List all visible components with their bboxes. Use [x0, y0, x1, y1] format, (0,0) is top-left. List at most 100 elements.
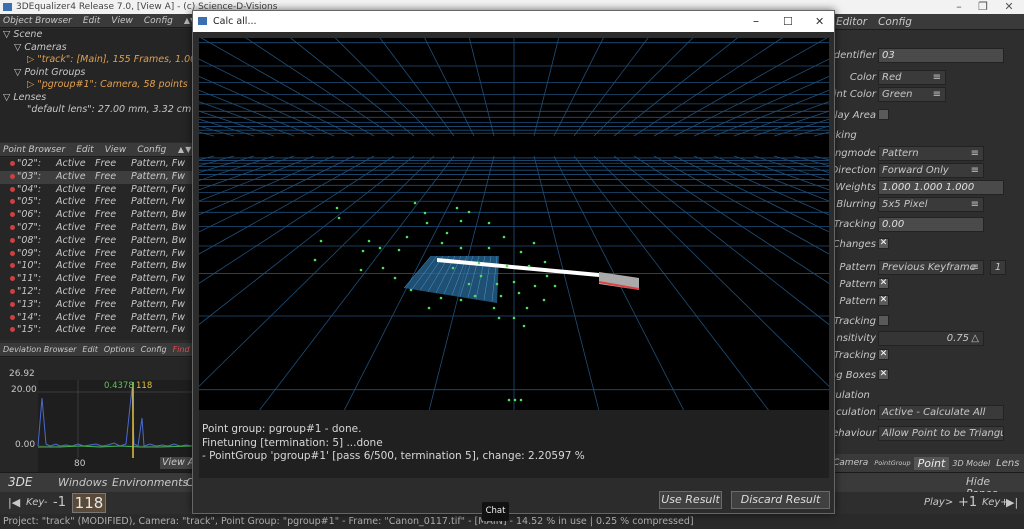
point-type: Pattern, Fw [131, 196, 186, 208]
object-browser-menu-view[interactable]: View [111, 16, 133, 26]
object-browser-menu-config[interactable]: Config [144, 16, 173, 26]
tab-point[interactable]: Point [913, 456, 950, 470]
changes-checkbox[interactable]: ✕ [878, 238, 889, 249]
play-button[interactable]: Play> [924, 497, 953, 508]
deviation-marker-frame: 118 [136, 381, 153, 391]
tracking3-checkbox[interactable]: ✕ [878, 349, 889, 360]
attribute-editor-title: Editor [836, 15, 868, 28]
tree-item-point-groups[interactable]: ▽ Point Groups [0, 67, 192, 80]
tab-lens[interactable]: Lens [993, 458, 1022, 469]
expand-down-icon[interactable]: ▼ [185, 145, 192, 154]
calculation-select[interactable]: Active - Calculate All [878, 405, 1004, 420]
pattern-number-field[interactable]: 1 [990, 260, 1006, 275]
3d-point-marker [499, 294, 503, 298]
close-icon[interactable]: ✕ [996, 0, 1022, 14]
point-name: "04": [17, 183, 42, 195]
dialog-maximize-icon[interactable]: ☐ [783, 11, 793, 32]
tree-item-default-lens[interactable]: "default lens": 27.00 mm, 3.32 cm x 1 [0, 104, 192, 117]
identifier-field[interactable]: 03 [878, 48, 1004, 63]
point-row[interactable]: "08": Active Free Pattern, Bw [0, 235, 192, 248]
tree-item-scene[interactable]: ▽ Scene [0, 29, 192, 42]
tree-arrow-icon[interactable]: ▷ [27, 79, 37, 90]
point-row[interactable]: "04": Active Free Pattern, Fw [0, 184, 192, 197]
deviation-menu-options[interactable]: Options [104, 345, 135, 354]
3d-point-marker [425, 221, 429, 225]
deviation-menu-find[interactable]: Find [173, 345, 190, 354]
point-row[interactable]: "10": Active Free Pattern, Bw [0, 260, 192, 273]
minimize-icon[interactable]: – [946, 0, 972, 14]
point-row[interactable]: "12": Active Free Pattern, Fw [0, 286, 192, 299]
tab-3de[interactable]: 3DE [8, 475, 32, 489]
tab-environments[interactable]: Environments [112, 476, 188, 489]
tree-toggle-icon[interactable]: ▽ [14, 67, 24, 78]
sensitivity-slider[interactable]: 0.75 △ [878, 331, 984, 346]
pattern3-checkbox[interactable]: ✕ [878, 295, 889, 306]
tab-pointgroup[interactable]: PointGroup [871, 459, 913, 467]
point-row[interactable]: "15": Active Free Pattern, Fw [0, 324, 192, 337]
restore-icon[interactable]: ❐ [970, 0, 996, 14]
3d-point-marker [381, 266, 385, 270]
last-frame-icon[interactable]: ▶| [1006, 496, 1018, 509]
pattern2-checkbox[interactable]: ✕ [878, 278, 889, 289]
3d-point-marker [497, 316, 501, 320]
tracking-value-field[interactable]: 0.00 [878, 217, 984, 232]
color-select[interactable]: Red ≡ [878, 70, 946, 85]
tree-toggle-icon[interactable]: ▽ [3, 29, 13, 40]
point-row[interactable]: "02": Active Free Pattern, Fw [0, 158, 192, 171]
dialog-close-icon[interactable]: ✕ [815, 11, 824, 32]
use-result-button[interactable]: Use Result [659, 491, 722, 509]
point-row[interactable]: "03": Active Free Pattern, Fw [0, 170, 192, 184]
boxes-checkbox[interactable]: ✕ [878, 369, 889, 380]
point-color-select[interactable]: Green ≡ [878, 87, 946, 102]
3d-point-marker [423, 211, 427, 215]
direction-select[interactable]: Forward Only ≡ [878, 163, 984, 178]
point-name: "12": [17, 285, 42, 297]
deviation-graph[interactable]: 26.92 20.00 0.00 80 0.4378 118 View A [0, 358, 192, 472]
tree-item-cameras[interactable]: ▽ Cameras [0, 42, 192, 55]
deviation-menu-config[interactable]: Config [141, 345, 167, 354]
behaviour-select[interactable]: Allow Point to be Triangulat [878, 426, 1004, 441]
discard-result-button[interactable]: Discard Result [731, 491, 830, 509]
point-row[interactable]: "13": Active Free Pattern, Fw [0, 299, 192, 312]
point-mode: Free [95, 273, 117, 285]
tree-toggle-icon[interactable]: ▽ [14, 42, 24, 53]
tree-item-pgroup[interactable]: ▷ "pgroup#1": Camera, 58 points [0, 79, 192, 92]
point-row[interactable]: "06": Active Free Pattern, Bw [0, 209, 192, 222]
3d-viewport[interactable] [199, 38, 829, 410]
next-key-button[interactable]: Key+ [982, 497, 1009, 508]
frame-number-field[interactable]: 118 [72, 493, 106, 513]
tracking2-checkbox[interactable] [878, 315, 889, 326]
point-row[interactable]: "05": Active Free Pattern, Fw [0, 196, 192, 209]
trackmode-select[interactable]: Pattern ≡ [878, 146, 984, 161]
deviation-menu-edit[interactable]: Edit [82, 345, 98, 354]
tree-item-lenses[interactable]: ▽ Lenses [0, 92, 192, 105]
plus-one-button[interactable]: +1 [958, 495, 977, 510]
first-frame-icon[interactable]: |◀ [8, 496, 20, 509]
tree-toggle-icon[interactable]: ▽ [3, 92, 13, 103]
point-browser-menu-config[interactable]: Config [137, 145, 166, 155]
tab-windows[interactable]: Windows [58, 476, 107, 489]
point-browser-menu-view[interactable]: View [105, 145, 127, 155]
object-browser-menu-edit[interactable]: Edit [83, 16, 100, 26]
point-row[interactable]: "14": Active Free Pattern, Fw [0, 312, 192, 325]
prev-key-button[interactable]: Key- [26, 497, 48, 508]
weights-row: Weights 1.000 1.000 1.000 [830, 180, 1024, 196]
tab-3d-model[interactable]: 3D Model [949, 459, 993, 468]
point-row[interactable]: "11": Active Free Pattern, Fw [0, 273, 192, 286]
tree-arrow-icon[interactable]: ▷ [27, 54, 37, 65]
tab-camera[interactable]: Camera [830, 458, 871, 468]
play-area-checkbox[interactable] [878, 109, 889, 120]
point-browser-menu-edit[interactable]: Edit [76, 145, 93, 155]
tree-item-camera-track[interactable]: ▷ "track": [Main], 155 Frames, 1.00, [0, 54, 192, 67]
pattern-select[interactable]: Previous Keyframe ≡ [878, 260, 984, 275]
attribute-editor-config[interactable]: Config [878, 16, 912, 28]
weights-field[interactable]: 1.000 1.000 1.000 [878, 180, 1004, 195]
view-all-button[interactable]: View A [160, 457, 192, 469]
collapse-up-icon[interactable]: ▲ [177, 145, 184, 154]
dialog-minimize-icon[interactable]: – [753, 11, 759, 32]
minus-one-button[interactable]: -1 [53, 495, 66, 510]
point-row[interactable]: "09": Active Free Pattern, Fw [0, 248, 192, 261]
point-row[interactable]: "07": Active Free Pattern, Bw [0, 222, 192, 235]
status-bar: Project: "track" (MODIFIED), Camera: "tr… [0, 514, 1024, 529]
blurring-select[interactable]: 5x5 Pixel ≡ [878, 197, 984, 212]
